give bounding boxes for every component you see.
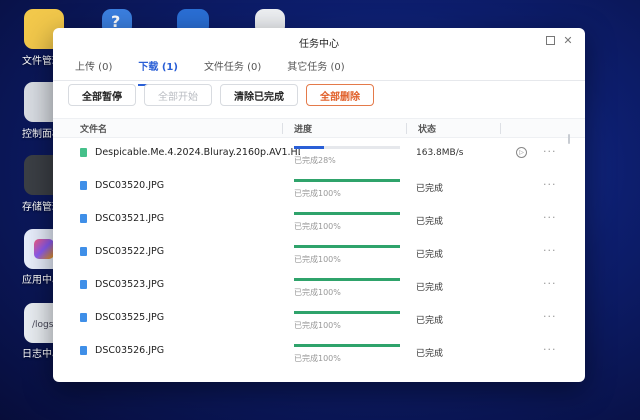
table-row[interactable]: DSC03522.JPG 已完成100% 已完成 ··· bbox=[53, 236, 585, 269]
progress-fill bbox=[294, 245, 400, 248]
status-text: 已完成 bbox=[416, 184, 444, 194]
tab-divider bbox=[53, 80, 585, 81]
close-icon: ✕ bbox=[563, 33, 573, 47]
progress-text: 已完成100% bbox=[294, 255, 341, 264]
file-name: DSC03522.JPG bbox=[95, 246, 165, 257]
progress-bar bbox=[294, 278, 400, 281]
file-icon bbox=[80, 214, 87, 223]
delete-all-button[interactable]: 全部删除 bbox=[306, 84, 374, 106]
file-icon bbox=[80, 346, 87, 355]
progress-text: 已完成100% bbox=[294, 222, 341, 231]
maximize-icon bbox=[545, 35, 555, 45]
table-row[interactable]: DSC03520.JPG 已完成100% 已完成 ··· bbox=[53, 170, 585, 203]
progress-text: 已完成28% bbox=[294, 156, 336, 165]
table-row[interactable]: DSC03521.JPG 已完成100% 已完成 ··· bbox=[53, 203, 585, 236]
progress-fill bbox=[294, 146, 324, 149]
table-row[interactable]: DSC03525.JPG 已完成100% 已完成 ··· bbox=[53, 302, 585, 335]
progress-bar bbox=[294, 344, 400, 347]
file-icon bbox=[80, 313, 87, 322]
file-name: DSC03521.JPG bbox=[95, 213, 165, 224]
more-icon[interactable]: ··· bbox=[543, 244, 557, 257]
status-text: 已完成 bbox=[416, 250, 444, 260]
tab-bar: 上传 (0) 下载 (1) 文件任务 (0) 其它任务 (0) bbox=[75, 58, 371, 86]
file-icon bbox=[80, 148, 87, 157]
file-icon bbox=[80, 280, 87, 289]
file-icon bbox=[80, 181, 87, 190]
window-title: 任务中心 bbox=[299, 39, 339, 50]
start-all-button[interactable]: 全部开始 bbox=[144, 84, 212, 106]
column-separator bbox=[406, 123, 407, 134]
progress-text: 已完成100% bbox=[294, 189, 341, 198]
status-text: 已完成 bbox=[416, 283, 444, 293]
file-name: DSC03525.JPG bbox=[95, 312, 165, 323]
more-icon[interactable]: ··· bbox=[543, 310, 557, 323]
status-text: 已完成 bbox=[416, 349, 444, 359]
close-button[interactable]: ✕ bbox=[561, 33, 575, 47]
status-text: 已完成 bbox=[416, 316, 444, 326]
column-separator bbox=[282, 123, 283, 134]
progress-fill bbox=[294, 212, 400, 215]
progress-bar bbox=[294, 245, 400, 248]
progress-text: 已完成100% bbox=[294, 321, 341, 330]
title-bar: 任务中心 ✕ bbox=[53, 28, 585, 54]
progress-bar bbox=[294, 311, 400, 314]
toolbar: 全部暂停 全部开始 清除已完成 全部删除 bbox=[68, 84, 374, 106]
column-separator bbox=[500, 123, 501, 134]
more-icon[interactable]: ··· bbox=[543, 277, 557, 290]
progress-bar bbox=[294, 179, 400, 182]
clear-done-button[interactable]: 清除已完成 bbox=[220, 84, 298, 106]
pause-all-button[interactable]: 全部暂停 bbox=[68, 84, 136, 106]
table-row[interactable]: DSC03526.JPG 已完成100% 已完成 ··· bbox=[53, 335, 585, 368]
column-header-name[interactable]: 文件名 bbox=[80, 122, 107, 135]
progress-fill bbox=[294, 311, 400, 314]
maximize-button[interactable] bbox=[543, 33, 557, 47]
table-row[interactable]: Despicable.Me.4.2024.Bluray.2160p.AV1.HD… bbox=[53, 137, 585, 170]
file-name: DSC03526.JPG bbox=[95, 345, 165, 356]
progress-text: 已完成100% bbox=[294, 288, 341, 297]
file-name: DSC03523.JPG bbox=[95, 279, 165, 290]
more-icon[interactable]: ··· bbox=[543, 211, 557, 224]
progress-bar bbox=[294, 146, 400, 149]
file-icon bbox=[80, 247, 87, 256]
progress-bar bbox=[294, 212, 400, 215]
file-name: DSC03520.JPG bbox=[95, 180, 165, 191]
status-text: 163.8MB/s bbox=[416, 148, 464, 158]
log-icon-text: /logs bbox=[32, 320, 54, 330]
table-header: 文件名 进度 状态 bbox=[53, 118, 585, 138]
pause-icon[interactable]: ▷ bbox=[516, 147, 527, 158]
progress-fill bbox=[294, 278, 400, 281]
tab-other-tasks[interactable]: 其它任务 (0) bbox=[287, 58, 344, 80]
more-icon[interactable]: ··· bbox=[543, 343, 557, 356]
tab-download[interactable]: 下载 (1) bbox=[138, 58, 178, 86]
scrollbar[interactable] bbox=[568, 134, 570, 144]
more-icon[interactable]: ··· bbox=[543, 145, 557, 158]
tab-upload[interactable]: 上传 (0) bbox=[75, 58, 112, 80]
tab-file-tasks[interactable]: 文件任务 (0) bbox=[204, 58, 261, 80]
column-header-status[interactable]: 状态 bbox=[418, 122, 436, 135]
progress-fill bbox=[294, 179, 400, 182]
progress-text: 已完成100% bbox=[294, 354, 341, 363]
status-text: 已完成 bbox=[416, 217, 444, 227]
file-name: Despicable.Me.4.2024.Bluray.2160p.AV1.HD… bbox=[95, 147, 300, 158]
more-icon[interactable]: ··· bbox=[543, 178, 557, 191]
task-center-window: 任务中心 ✕ 上传 (0) 下载 (1) 文件任务 (0) 其它任务 (0) 全… bbox=[53, 28, 585, 382]
app-center-puzzle-icon bbox=[34, 239, 54, 259]
table-row[interactable]: DSC03523.JPG 已完成100% 已完成 ··· bbox=[53, 269, 585, 302]
progress-fill bbox=[294, 344, 400, 347]
column-header-progress[interactable]: 进度 bbox=[294, 122, 312, 135]
